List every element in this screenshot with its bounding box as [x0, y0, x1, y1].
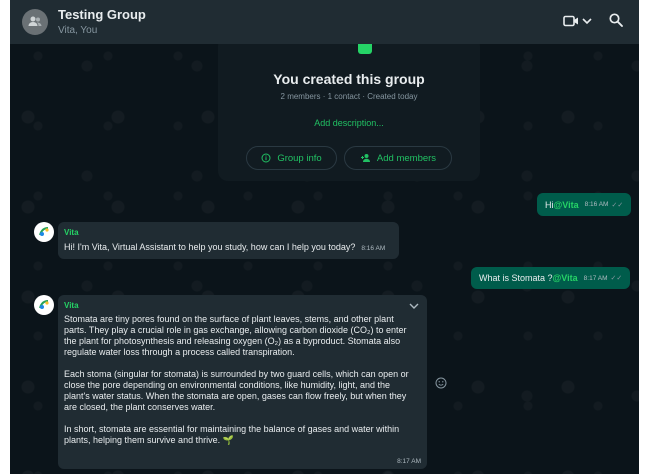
group-created-title: You created this group [273, 71, 425, 87]
chat-members: Vita, You [58, 25, 98, 36]
message-paragraph: Each stoma (singular for stomata) is sur… [64, 369, 409, 412]
message-paragraph: In short, stomata are essential for main… [64, 424, 400, 445]
call-options-dropdown[interactable] [581, 14, 593, 32]
message-time: 8:16 AM [584, 201, 609, 208]
double-check-icon: ✓✓ [610, 275, 623, 282]
outgoing-message[interactable]: What is Stomata ? @Vita 8:17 AM ✓✓ [471, 267, 631, 289]
emoji-reaction-icon [435, 377, 447, 389]
bot-avatar[interactable] [34, 222, 54, 242]
group-avatar[interactable] [22, 9, 48, 35]
add-members-icon [360, 154, 370, 162]
message-time: 8:16 AM [361, 245, 386, 252]
video-call-icon [563, 15, 578, 27]
message-text: Hi [545, 199, 554, 210]
chevron-down-icon[interactable] [409, 302, 419, 310]
emoji-reaction-button[interactable] [435, 376, 447, 394]
mention[interactable]: @Vita [554, 200, 579, 210]
outgoing-message[interactable]: Hi @Vita 8:16 AM ✓✓ [537, 193, 632, 216]
chevron-down-icon [582, 18, 592, 25]
message-paragraph: Stomata are tiny pores found on the surf… [64, 314, 407, 357]
chat-header[interactable]: Testing Group Vita, You [10, 0, 639, 44]
info-icon [261, 153, 271, 163]
mention[interactable]: @Vita [553, 273, 578, 283]
chat-window: Testing Group Vita, You You created this… [10, 0, 639, 474]
video-call-button[interactable] [562, 12, 580, 35]
message-time: 8:17 AM [583, 274, 608, 282]
message-text: What is Stomata ? [479, 273, 553, 283]
double-check-icon: ✓✓ [611, 201, 624, 209]
sender-name[interactable]: Vita [64, 301, 79, 310]
bot-avatar-icon [39, 227, 49, 236]
search-button[interactable] [608, 12, 624, 33]
message-text: Hi! I'm Vita, Virtual Assistant to help … [64, 242, 356, 252]
chat-title[interactable]: Testing Group [58, 7, 146, 22]
group-created-card: You created this group 2 members · 1 con… [218, 36, 480, 181]
search-icon [609, 13, 623, 27]
add-members-label: Add members [376, 152, 437, 164]
incoming-message[interactable]: Vita Hi! I'm Vita, Virtual Assistant to … [58, 222, 399, 259]
message-time: 8:17 AM [397, 458, 421, 465]
group-info-label: Group info [277, 152, 322, 164]
bot-avatar[interactable] [34, 295, 54, 315]
add-description-link[interactable]: Add description... [218, 118, 480, 128]
add-members-button[interactable]: Add members [344, 146, 452, 170]
group-avatar-icon [28, 16, 42, 26]
group-info-button[interactable]: Group info [246, 146, 337, 170]
bot-avatar-icon [39, 300, 49, 309]
incoming-message[interactable]: Vita Stomata are tiny pores found on the… [58, 295, 427, 469]
group-meta: 2 members · 1 contact · Created today [280, 92, 418, 101]
sender-name[interactable]: Vita [64, 228, 79, 237]
